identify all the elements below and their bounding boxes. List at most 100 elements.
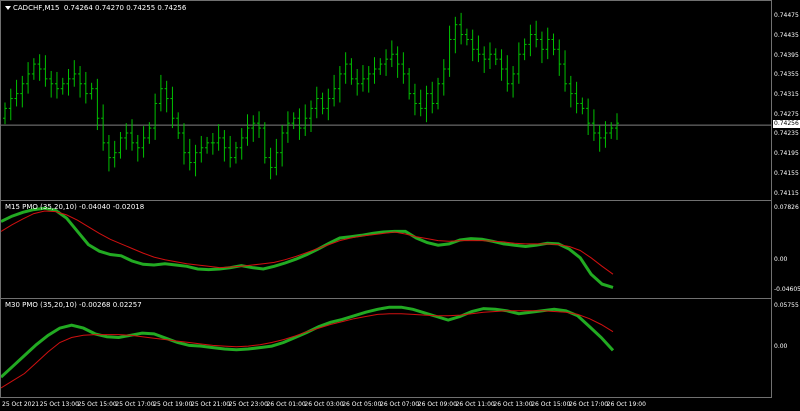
time-tick-label: 26 Oct 01:00 [266,401,306,408]
candle [574,81,579,114]
candle [586,98,591,135]
m15-pmo-pane[interactable]: M15 PMO (35,20,10) -0.04040 -0.02018 [0,200,772,299]
candle [476,35,481,63]
price-chart-pane[interactable]: CADCHF,M15 0.74264 0.74270 0.74255 0.742… [0,0,772,201]
candle [366,66,371,93]
candle [78,66,83,98]
time-tick-label: 26 Oct 11:00 [455,401,495,408]
candle [280,125,285,167]
time-tick-label: 25 Oct 21:00 [191,401,231,408]
m15-pmo-axis[interactable]: 0.07826 0.00 -0.04605 [772,200,800,299]
candle [216,124,221,151]
time-tick-label: 25 Oct 15:00 [77,401,117,408]
candle [389,40,394,68]
price-tick-label: 0.74195 [774,150,799,158]
time-tick-label: 25 Oct 13:00 [39,401,79,408]
candle [482,46,487,73]
candle [303,104,308,136]
price-tick-label: 0.74235 [774,130,799,138]
candle [89,82,94,100]
candle [528,24,533,57]
candle [26,62,31,94]
candle [49,70,54,98]
candle [360,65,365,92]
candle [337,66,342,103]
candle [285,111,290,143]
time-tick-label: 26 Oct 17:00 [569,401,609,408]
time-tick-label: 25 Oct 19:00 [153,401,193,408]
m30-pmo-axis[interactable]: 0.05755 0.00 [772,298,800,398]
candle [395,46,400,78]
candle [511,66,516,98]
candle [199,135,204,163]
candle [580,97,585,115]
candle [615,113,619,140]
candle [343,52,348,84]
time-tick-label: 26 Oct 13:00 [493,401,533,408]
candle [320,92,325,115]
indicator-tick-label: -0.04605 [774,286,800,294]
candle [193,144,198,177]
price-tick-label: 0.74115 [774,189,799,197]
candle [245,114,250,146]
candle [505,55,510,92]
time-tick-label: 26 Oct 05:00 [342,401,382,408]
candle [597,125,602,152]
candle [516,42,521,84]
indicator-tick-label: 0.05755 [774,301,799,309]
candlestick-chart[interactable] [1,1,772,201]
candle [158,74,163,112]
candle [112,140,117,168]
candle [228,135,233,168]
candle [372,57,377,84]
candle [418,89,423,117]
indicator-tick-label: 0.00 [774,343,788,351]
candle [233,141,238,164]
candle [470,29,475,62]
m15-pmo-chart[interactable] [1,201,772,299]
candle [239,128,244,160]
candle [3,102,7,125]
candle [447,25,452,77]
m30-pmo-chart[interactable] [1,299,772,398]
candle [274,138,279,176]
candle [407,68,412,100]
candle [349,58,354,85]
candle [222,130,227,162]
time-axis[interactable]: 25 Oct 2021 25 Oct 13:00 25 Oct 15:00 25 Oc… [0,398,772,411]
candle [130,119,135,151]
symbol-text: CADCHF,M15 [13,4,60,12]
candle [568,75,573,108]
candle [459,12,464,45]
candle [539,31,544,64]
current-price-box: 0.74256 [773,120,800,129]
candle [153,93,158,140]
candle [210,133,215,155]
price-tick-label: 0.74395 [774,51,799,59]
candle [464,28,469,46]
price-axis[interactable]: 0.74475 0.74435 0.74395 0.74355 0.74315 0.742… [772,0,800,201]
indicator-tick-label: 0.07826 [774,204,799,212]
candle [493,48,498,66]
candle [309,100,313,133]
price-tick-label: 0.74155 [774,169,799,177]
candle [262,122,267,164]
time-tick-label: 26 Oct 09:00 [417,401,457,408]
pmo-line [1,305,615,379]
m30-pmo-pane[interactable]: M30 PMO (35,20,10) -0.00268 0.02257 [0,298,772,398]
candle [430,81,435,114]
candle [101,104,106,151]
candle [66,69,71,96]
candle [124,123,129,150]
candle [14,79,19,107]
candle [557,39,562,76]
candle [297,108,302,140]
candle [378,58,383,75]
candle [164,80,169,113]
dropdown-triangle-icon [5,6,11,10]
candle [412,83,417,116]
time-tick-label: 25 Oct 17:00 [115,401,155,408]
candle [291,112,296,130]
candle [326,88,331,121]
candle [95,78,100,131]
